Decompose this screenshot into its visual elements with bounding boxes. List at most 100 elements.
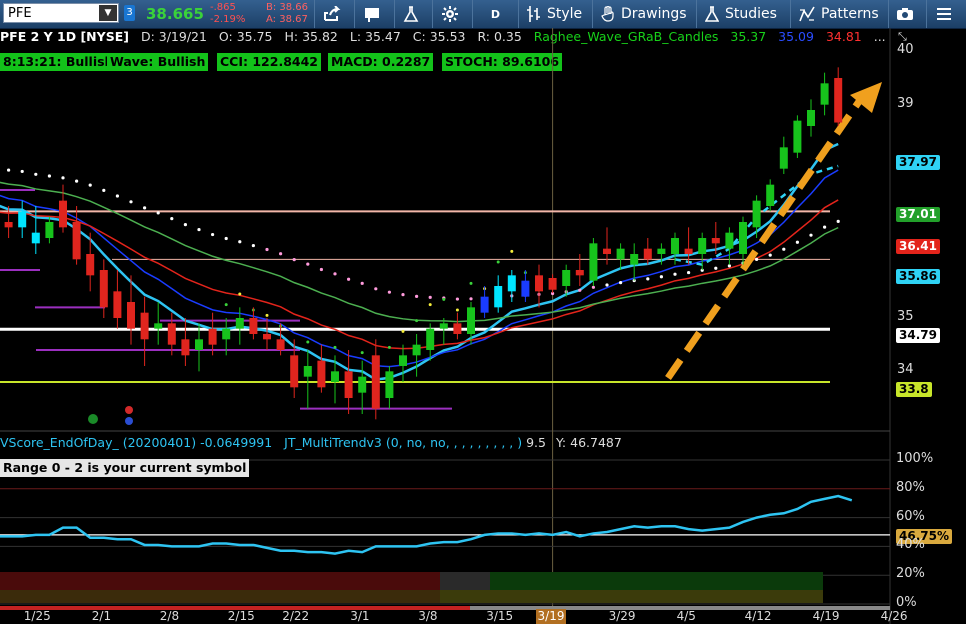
period-button[interactable]: D xyxy=(472,0,518,28)
status-trend: 8:13:21: Bullish xyxy=(0,53,117,71)
hand-icon xyxy=(601,6,614,22)
candle-body xyxy=(575,270,584,276)
dotted-trend-point xyxy=(156,211,160,215)
lower-study-1[interactable]: VScore_EndOfDay_ (20200401) xyxy=(0,435,196,450)
symbol-input[interactable]: PFE ▼ xyxy=(3,3,119,23)
candle-body xyxy=(371,355,380,409)
style-label: Style xyxy=(547,6,583,22)
candle-body xyxy=(698,238,707,254)
dividend-icon xyxy=(88,414,98,424)
dotted-trend-point xyxy=(238,240,242,244)
study-name[interactable]: Raghee_Wave_GRaB_Candles xyxy=(534,29,719,44)
price-chart[interactable] xyxy=(0,0,966,624)
price-label-green: 37.01 xyxy=(896,207,940,222)
vscore-line xyxy=(0,494,853,555)
signal-dot xyxy=(265,313,269,317)
trend-arrow-head xyxy=(850,82,882,113)
flag-icon xyxy=(364,8,379,22)
pattern-icon xyxy=(799,6,815,22)
axis-expand-icon[interactable]: ⤡ xyxy=(898,30,907,44)
dotted-trend-point xyxy=(428,295,432,299)
candle-body xyxy=(195,339,203,350)
dotted-trend-point xyxy=(224,236,228,241)
patterns-button[interactable]: Patterns xyxy=(790,0,888,28)
candle-body xyxy=(535,275,543,292)
candle-body xyxy=(412,344,421,356)
dotted-trend-point xyxy=(34,172,38,176)
settings-button[interactable] xyxy=(432,0,472,28)
status-macd: MACD: 0.2287 xyxy=(328,53,434,71)
study-value-2: 35.09 xyxy=(778,29,814,44)
candle-body xyxy=(793,120,802,153)
studies-button[interactable]: Studies xyxy=(696,0,790,28)
price-label-cyan: 35.86 xyxy=(896,269,940,284)
dotted-trend-point xyxy=(700,268,704,272)
price-label-cyan-top: 37.97 xyxy=(896,155,940,170)
bar-close: C: 35.53 xyxy=(412,29,466,44)
candle-body xyxy=(426,328,435,350)
date-axis-tick: 4/12 xyxy=(744,609,772,623)
dotted-trend-point xyxy=(115,194,119,198)
signal-dot xyxy=(374,383,378,387)
dotted-trend-point xyxy=(251,243,255,248)
candle-body xyxy=(739,222,747,254)
candle-body xyxy=(154,323,163,329)
studies-label: Studies xyxy=(725,6,777,22)
style-button[interactable]: Style xyxy=(518,0,592,28)
bar-open: O: 35.75 xyxy=(218,29,273,44)
flag-button[interactable] xyxy=(354,0,394,28)
camera-button[interactable] xyxy=(888,0,926,28)
chevron-down-icon[interactable]: ▼ xyxy=(99,5,117,21)
menu-button[interactable] xyxy=(926,0,966,28)
candle-body xyxy=(331,371,339,382)
status-cci: CCI: 122.8442 xyxy=(217,53,321,71)
dotted-trend-point xyxy=(347,277,351,281)
drawings-button[interactable]: Drawings xyxy=(592,0,696,28)
candle-body xyxy=(467,307,475,334)
flask-button[interactable] xyxy=(394,0,432,28)
candle-body xyxy=(222,328,231,340)
signal-dot xyxy=(347,372,351,376)
dotted-trend-point xyxy=(415,294,419,298)
lower-study-2[interactable]: JT_MultiTrendv3 (0, no, no, , , , , , , … xyxy=(284,435,522,450)
ask-price: A: 38.67 xyxy=(266,14,308,25)
date-axis-tick: 3/8 xyxy=(418,609,438,623)
dotted-trend-point xyxy=(129,200,133,204)
trend-arrow-line xyxy=(665,98,863,380)
candle-body xyxy=(603,248,611,254)
more-studies[interactable]: ... xyxy=(874,29,886,44)
camera-icon xyxy=(896,8,913,20)
candle-body xyxy=(507,275,516,292)
lower-study-1-value: -0.0649991 xyxy=(200,435,273,450)
dotted-trend-point xyxy=(183,223,187,227)
date-axis-tick: 2/15 xyxy=(227,609,255,623)
signal-dot xyxy=(510,249,514,253)
dotted-trend-point xyxy=(265,247,269,252)
date-axis-tick: 4/19 xyxy=(812,609,840,623)
dotted-trend-point xyxy=(823,225,827,229)
candle-body xyxy=(249,318,258,334)
signal-dot xyxy=(496,260,500,264)
candle-body xyxy=(317,360,326,388)
dotted-trend-point xyxy=(755,257,759,262)
drawings-label: Drawings xyxy=(621,6,687,22)
dotted-trend-point xyxy=(809,233,813,237)
dotted-trend-point xyxy=(61,176,65,180)
signal-dot xyxy=(523,271,527,275)
dotted-trend-point xyxy=(319,267,323,272)
dotted-trend-point xyxy=(564,290,568,294)
share-button[interactable] xyxy=(314,0,354,28)
lower-study-2-y: Y: 46.7487 xyxy=(555,435,622,450)
signal-dot xyxy=(319,361,323,365)
bid-price: B: 38.66 xyxy=(266,2,309,13)
price-axis-tick: 35 xyxy=(897,309,914,324)
candle-body xyxy=(494,286,503,308)
link-badge[interactable]: 3 xyxy=(124,5,135,21)
price-label-white: 34.79 xyxy=(896,328,940,343)
dotted-trend-point xyxy=(659,275,664,279)
menu-icon xyxy=(936,8,951,20)
lower-axis-tick: 20% xyxy=(896,566,925,582)
dotted-trend-point xyxy=(7,168,11,172)
dotted-trend-point xyxy=(47,174,52,178)
range-note: Range 0 - 2 is your current symbol xyxy=(0,459,250,477)
